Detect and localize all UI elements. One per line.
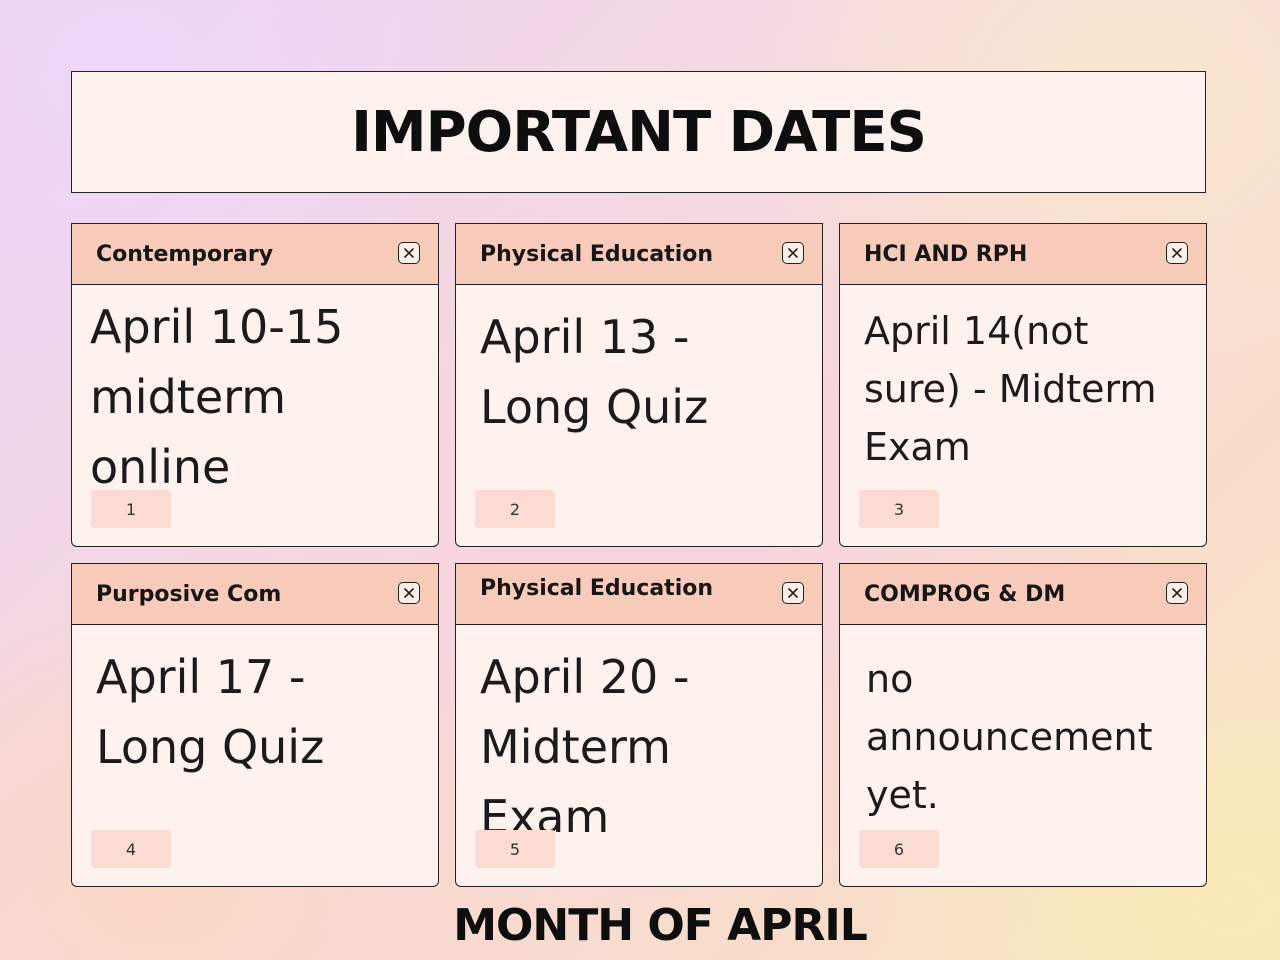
card-number-badge: 6 (859, 830, 939, 868)
card-header: HCI AND RPH (840, 224, 1206, 285)
date-card: HCI AND RPH April 14(not sure) - Midterm… (839, 223, 1207, 547)
date-card: Physical Education April 20 - Midterm Ex… (455, 563, 823, 887)
close-icon[interactable] (1166, 242, 1188, 264)
card-header: Purposive Com (72, 564, 438, 625)
card-title: COMPROG & DM (864, 581, 1066, 607)
card-title: Physical Education (480, 576, 714, 601)
card-title: Purposive Com (96, 581, 282, 607)
card-content: April 20 - Midterm Exam (480, 650, 690, 832)
date-card: Physical Education April 13 - Long Quiz … (455, 223, 823, 547)
card-title: Physical Education (480, 241, 714, 267)
date-card: Purposive Com April 17 - Long Quiz 4 (71, 563, 439, 887)
card-content: April 17 - Long Quiz (96, 650, 325, 774)
card-number-badge: 2 (475, 490, 555, 528)
card-header: Physical Education (456, 564, 822, 625)
card-header: COMPROG & DM (840, 564, 1206, 625)
title-banner: IMPORTANT DATES (71, 71, 1206, 193)
date-card: COMPROG & DM no announcement yet. 6 (839, 563, 1207, 887)
month-label: MONTH OF APRIL (453, 900, 868, 951)
card-title: Contemporary (96, 241, 274, 267)
card-content: April 14(not sure) - Midterm Exam (864, 309, 1157, 469)
card-number-badge: 1 (91, 490, 171, 528)
close-icon[interactable] (398, 582, 420, 604)
card-content: no announcement yet. (866, 657, 1153, 817)
date-card: Contemporary April 10-15 midterm online … (71, 223, 439, 547)
card-header: Contemporary (72, 224, 438, 285)
close-icon[interactable] (398, 242, 420, 264)
card-number-badge: 5 (475, 830, 555, 868)
card-header: Physical Education (456, 224, 822, 285)
card-number-badge: 3 (859, 490, 939, 528)
card-title: HCI AND RPH (864, 241, 1028, 267)
card-content: April 10-15 midterm online (90, 300, 344, 494)
card-number-badge: 4 (91, 830, 171, 868)
close-icon[interactable] (782, 582, 804, 604)
card-content: April 13 - Long Quiz (480, 310, 709, 434)
close-icon[interactable] (782, 242, 804, 264)
close-icon[interactable] (1166, 582, 1188, 604)
page-title: IMPORTANT DATES (351, 99, 927, 165)
